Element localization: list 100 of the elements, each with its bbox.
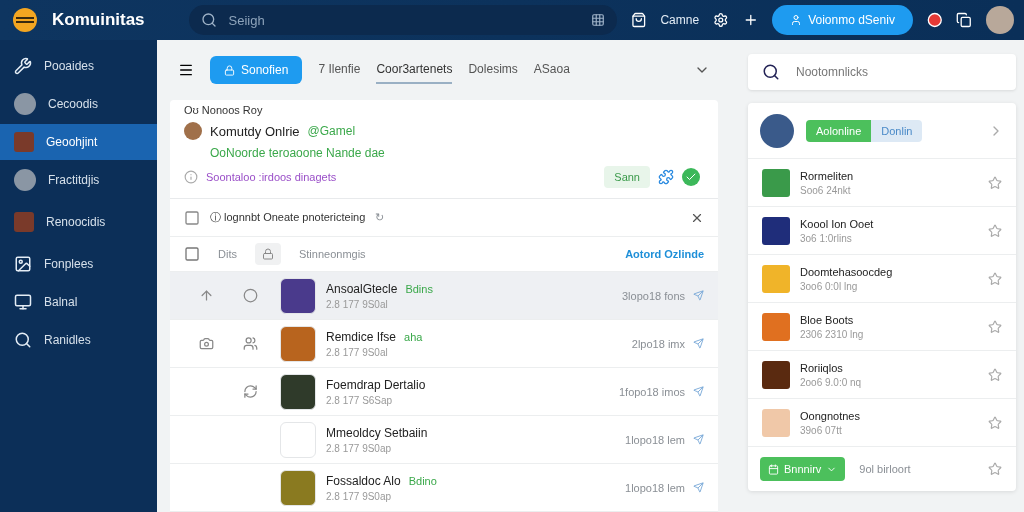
star-icon[interactable] — [988, 367, 1002, 382]
item-title: Bloe Boots — [800, 313, 855, 326]
sidebar-label: Ranidles — [44, 333, 91, 347]
game-thumbnail — [280, 469, 316, 506]
sidebar-item[interactable]: Pooaides — [0, 48, 157, 84]
lock-icon — [261, 248, 274, 261]
header-link[interactable]: Aotord Ozlinde — [625, 248, 704, 261]
sidebar-item[interactable]: Geoohjint — [0, 124, 157, 160]
author-avatar — [184, 122, 202, 140]
settings-icon[interactable] — [713, 12, 729, 28]
user-avatar[interactable] — [986, 6, 1014, 34]
user-icon — [790, 14, 803, 26]
send-icon[interactable] — [693, 434, 704, 445]
send-icon[interactable] — [693, 482, 704, 493]
item-title: Doomtehasoocdeg — [800, 265, 894, 278]
game-title: AnsoalGtecle — [326, 281, 398, 296]
list-item[interactable]: Roriiqlos 2oo6 9.0:0 nq — [748, 351, 1016, 399]
column-header: Stinneonmgis — [298, 248, 366, 261]
list-item[interactable]: Rormeliten Soo6 24nkt — [748, 159, 1016, 207]
game-row[interactable]: AnsoalGtecle Bdins 2.8 177 9S0al 3lopo18 fons — [170, 272, 718, 320]
lock-button[interactable] — [254, 243, 281, 266]
game-time: 1lopo18 lem — [625, 481, 685, 494]
notice-text: ⓘ lognnbt Oneate pnotericteing — [210, 210, 366, 226]
game-time: 3lopo18 fons — [622, 289, 685, 302]
search-icon — [762, 63, 780, 81]
footer-text: 9ol birloort — [859, 463, 911, 475]
tab[interactable]: 7 Ilenfie — [318, 56, 361, 84]
tab[interactable]: ASaoa — [533, 56, 570, 84]
tab[interactable]: Coor3artenets — [376, 56, 453, 84]
profile-avatar — [760, 113, 794, 148]
author-name: Komutdy Onlrie — [210, 123, 300, 139]
search-field[interactable]: Seiigh — [188, 5, 617, 35]
avatar — [14, 93, 36, 115]
menu-icon[interactable] — [178, 62, 194, 78]
item-title: Koool Ion Ooet — [800, 217, 875, 230]
game-title: Fossaldoc Alo — [326, 473, 401, 488]
game-meta: 2.8 177 S6Sap — [326, 394, 394, 406]
game-time: 1fopo18 imos — [618, 385, 685, 398]
nav-icon — [14, 57, 32, 75]
sidebar-item[interactable]: Balnal — [0, 284, 157, 320]
copy-icon[interactable] — [956, 12, 972, 28]
item-title: Oongnotnes — [800, 409, 861, 422]
sidebar-label: Fonplees — [44, 257, 94, 271]
item-subtitle: 3oo6 0:0l lng — [800, 280, 859, 292]
list-item[interactable]: Oongnotnes 39o6 07tt — [748, 399, 1016, 447]
list-item[interactable]: Koool Ion Ooet 3o6 1:0rlins — [748, 207, 1016, 255]
sidebar-item[interactable]: Renoocidis — [0, 204, 157, 240]
grid-icon[interactable] — [590, 13, 605, 27]
game-tag: Bdino — [408, 474, 437, 487]
bag-icon[interactable] — [630, 12, 647, 28]
checkbox[interactable] — [184, 246, 200, 263]
notice-hint: ↻ — [375, 211, 385, 225]
check-icon[interactable] — [682, 168, 700, 186]
column-header: Dits — [218, 248, 237, 261]
search-icon — [200, 12, 217, 28]
game-time: 1lopo18 lem — [625, 433, 685, 446]
record-icon[interactable] — [926, 12, 943, 28]
item-subtitle: Soo6 24nkt — [800, 184, 852, 196]
star-icon[interactable] — [988, 462, 1002, 476]
lock-icon — [224, 64, 235, 76]
list-item[interactable]: Doomtehasoocdeg 3oo6 0:0l lng — [748, 255, 1016, 303]
calendar-icon — [768, 463, 779, 475]
search-input[interactable]: Seiigh — [226, 11, 581, 29]
star-icon[interactable] — [988, 175, 1002, 190]
game-thumbnail — [280, 421, 316, 458]
game-title: Remdice Ifse — [326, 329, 397, 344]
sidebar-label: Geoohjint — [46, 135, 98, 149]
post-subtitle: OoNoorde teroaoone Nande dae — [210, 146, 385, 160]
post-link[interactable]: Soontaloo :irdoos dinagets — [206, 171, 337, 183]
star-icon[interactable] — [988, 271, 1002, 286]
sidebar-item[interactable]: Ranidles — [0, 322, 157, 358]
game-title: Mmeoldcy Setbaiin — [326, 425, 428, 440]
nav-icon — [14, 255, 32, 273]
game-tag: aha — [404, 330, 423, 343]
sidebar-item[interactable]: Cecoodis — [0, 86, 157, 122]
star-icon[interactable] — [988, 415, 1002, 430]
game-meta: 2.8 177 9S0al — [326, 298, 389, 310]
nav-icon — [14, 293, 32, 311]
tab[interactable]: Dolesims — [468, 56, 518, 84]
send-icon[interactable] — [693, 338, 704, 349]
star-icon[interactable] — [988, 319, 1002, 334]
info-icon — [184, 170, 198, 184]
game-thumbnail — [14, 212, 34, 232]
send-icon[interactable] — [693, 386, 704, 397]
star-icon[interactable] — [988, 223, 1002, 238]
sidebar-item[interactable]: Fonplees — [0, 246, 157, 282]
shop-label[interactable]: Camne — [660, 13, 700, 27]
list-item[interactable]: Bloe Boots 2306 2310 lng — [748, 303, 1016, 351]
send-icon[interactable] — [693, 290, 704, 301]
puzzle-icon[interactable] — [658, 169, 674, 185]
sidebar-item[interactable]: Fractitdjis — [0, 162, 157, 198]
circle-icon — [242, 288, 258, 303]
game-thumbnail — [280, 373, 316, 410]
section-heading: Oʊ Nonoos Roy — [184, 104, 264, 116]
avatar — [14, 169, 36, 191]
game-meta: 2.8 177 9S0ap — [326, 442, 393, 454]
sidebar-label: Balnal — [44, 295, 78, 309]
sidebar-label: Fractitdjis — [48, 173, 100, 187]
search-field[interactable]: Nootomnlicks — [748, 54, 1016, 90]
game-time: 2lpo18 imx — [631, 337, 685, 350]
